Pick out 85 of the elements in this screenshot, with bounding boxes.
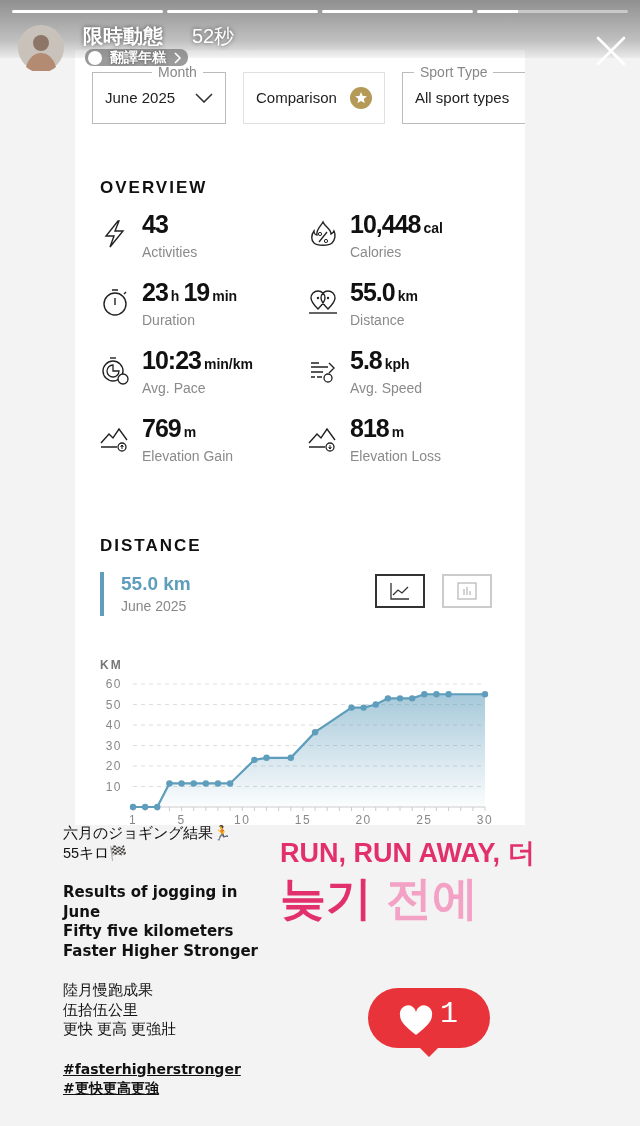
data-point: [384, 695, 392, 702]
data-point: [408, 695, 416, 702]
stat-value: 55.0 km: [350, 276, 419, 308]
stat-label: Activities: [142, 242, 198, 261]
avatar[interactable]: [18, 25, 64, 71]
caption-line: 伍拾伍公里: [63, 1000, 139, 1020]
data-point: [481, 691, 489, 698]
stat-label: Avg. Pace: [142, 378, 207, 397]
data-point: [348, 704, 355, 711]
flame-icon: [308, 218, 338, 249]
tick-label: 30: [105, 738, 122, 753]
stat-value: 23 h 19 min: [142, 276, 239, 308]
tick-label: 50: [105, 697, 122, 712]
tick-label: 40: [105, 718, 122, 732]
caption-line: 陸月慢跑成果: [63, 981, 154, 1000]
like-count: 1: [440, 996, 458, 1032]
sticker-text: 늦기: [280, 872, 372, 924]
tick-label: 30: [476, 813, 494, 825]
caption-line: Fifty five kilometers: [63, 922, 235, 942]
data-point: [141, 803, 149, 811]
stat-label: Elevation Gain: [142, 446, 234, 465]
chevron-right-icon: [173, 50, 182, 65]
caption-line: 六月のジョギング結果🏃: [63, 824, 232, 843]
section-heading: OVERVIEW: [100, 177, 209, 199]
bar-chart-icon: [455, 580, 479, 602]
sticker-text: 전에: [386, 872, 478, 924]
data-point: [311, 729, 319, 736]
line-chart-icon: [388, 580, 412, 602]
sticker-text: RUN, RUN AWAY, 더: [280, 838, 535, 868]
data-point: [372, 701, 379, 708]
stat-value: 769 m: [142, 412, 198, 444]
story-title: 限時動態: [83, 24, 163, 48]
data-point: [154, 803, 161, 811]
data-point: [251, 756, 258, 764]
stat-value: 5.8 kph: [350, 344, 411, 376]
data-point: [263, 754, 270, 761]
data-point: [190, 780, 197, 787]
tick-label: 15: [294, 813, 312, 825]
tick-label: 60: [105, 677, 122, 691]
stat-label: Avg. Speed: [350, 378, 423, 397]
caption-line: Results of jogging in June: [63, 883, 239, 922]
data-point: [166, 780, 173, 787]
comparison-button[interactable]: Comparison: [243, 72, 385, 124]
hashtag-link[interactable]: #fasterhigherstronger: [63, 1059, 241, 1079]
stat-value: 43: [142, 208, 169, 240]
tick-label: 1: [128, 813, 138, 825]
stopwatch-icon: [100, 354, 130, 385]
stat-label: Duration: [142, 310, 196, 329]
caption-line: 55キロ🏁: [63, 843, 129, 863]
section-heading: DISTANCE: [100, 534, 203, 557]
data-point: [360, 704, 367, 711]
data-point: [129, 803, 137, 811]
stat-label: Distance: [350, 310, 406, 329]
line-chart-toggle[interactable]: [375, 574, 425, 608]
data-point: [202, 780, 210, 787]
period-label: June 2025: [121, 597, 188, 616]
data-point: [421, 691, 428, 698]
stat-label: Elevation Loss: [350, 446, 442, 465]
stat-label: Calories: [350, 242, 403, 261]
data-point: [214, 780, 222, 787]
data-point: [433, 691, 440, 698]
caption-line: Faster Higher Stronger: [63, 941, 259, 961]
caption-line: 更快 更高 更強壯: [63, 1020, 178, 1039]
tick-label: 5: [177, 813, 186, 825]
field-value: All sport types: [415, 87, 510, 108]
stat-value: 818 m: [350, 412, 406, 444]
field-value: June 2025: [105, 87, 176, 108]
tick-label: 20: [105, 759, 122, 773]
stat-value: 10,448 cal: [350, 208, 444, 240]
stat-value: 10:23 min/km: [142, 344, 254, 376]
tick-label: 20: [355, 813, 372, 825]
bar-chart-toggle[interactable]: [442, 574, 492, 608]
story-time: 52秒: [192, 24, 235, 48]
data-point: [287, 754, 294, 761]
axis-title: KM: [100, 658, 123, 672]
stopwatch-icon: [100, 286, 130, 317]
data-point: [445, 691, 452, 698]
tick-label: 25: [416, 813, 433, 825]
tick-label: 10: [234, 813, 251, 825]
data-point: [226, 780, 234, 787]
distance-total: 55.0 km: [121, 572, 192, 596]
hashtag-link[interactable]: #更快更高更強: [63, 1079, 159, 1099]
data-point: [396, 695, 404, 702]
data-point: [178, 780, 185, 787]
tick-label: 10: [105, 779, 122, 794]
